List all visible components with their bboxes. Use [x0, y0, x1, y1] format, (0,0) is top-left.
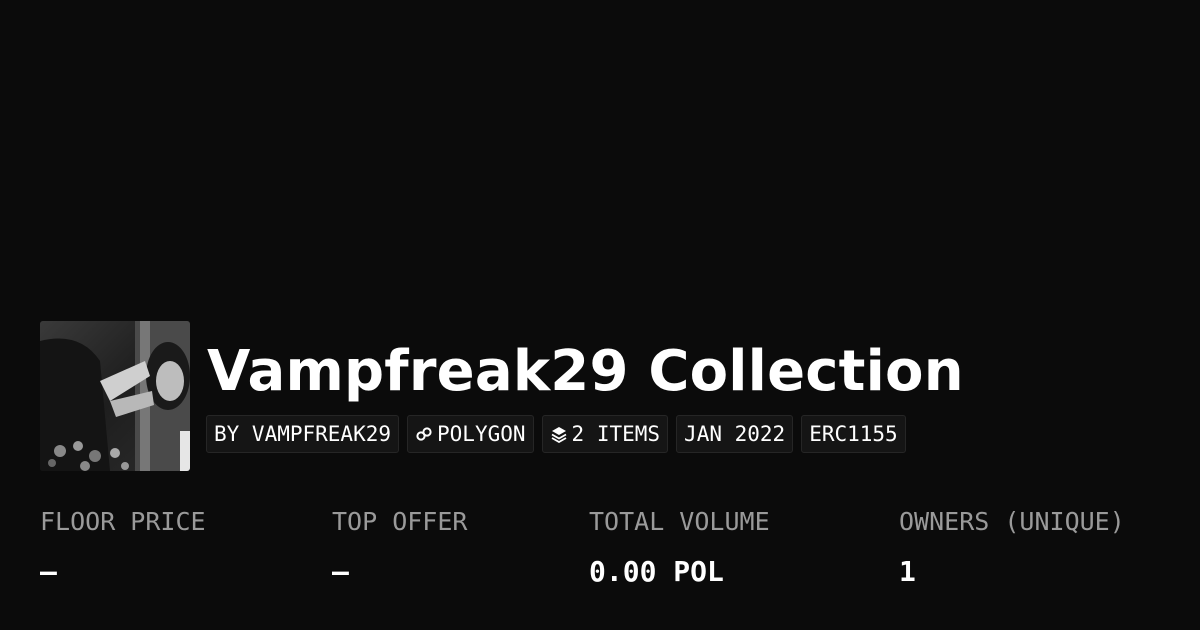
stat-top-offer: TOP OFFER – — [332, 505, 467, 589]
stat-value: – — [40, 555, 57, 588]
layers-icon — [550, 425, 568, 443]
creator-tag-label: BY VAMPFREAK29 — [214, 422, 392, 446]
stat-label: TOP OFFER — [332, 507, 468, 536]
date-tag: JAN 2022 — [676, 415, 794, 453]
standard-tag-label: ERC1155 — [809, 422, 898, 446]
stat-floor-price: FLOOR PRICE – — [40, 505, 206, 589]
chain-link-icon — [415, 425, 433, 443]
collection-tags: BY VAMPFREAK29 POLYGON 2 ITEMS JAN 2022 … — [206, 415, 906, 453]
creator-tag[interactable]: BY VAMPFREAK29 — [206, 415, 400, 453]
stat-label: FLOOR PRICE — [40, 507, 206, 536]
date-tag-label: JAN 2022 — [684, 422, 786, 446]
items-tag[interactable]: 2 ITEMS — [541, 415, 669, 453]
stat-value: 1 — [899, 555, 916, 588]
stat-value: – — [332, 555, 349, 588]
items-tag-label: 2 ITEMS — [571, 422, 661, 446]
collection-avatar-photo — [40, 321, 190, 471]
standard-tag: ERC1155 — [801, 415, 906, 453]
stat-value: 0.00 POL — [589, 555, 724, 588]
collection-thumbnail — [40, 321, 190, 471]
stat-label: OWNERS (UNIQUE) — [899, 507, 1125, 536]
chain-tag-label: POLYGON — [437, 422, 526, 446]
stat-owners: OWNERS (UNIQUE) 1 — [899, 505, 1125, 589]
collection-title: Vampfreak29 Collection — [207, 339, 964, 404]
chain-tag[interactable]: POLYGON — [407, 415, 534, 453]
stat-label: TOTAL VOLUME — [589, 507, 770, 536]
stat-total-volume: TOTAL VOLUME 0.00 POL — [589, 505, 770, 589]
